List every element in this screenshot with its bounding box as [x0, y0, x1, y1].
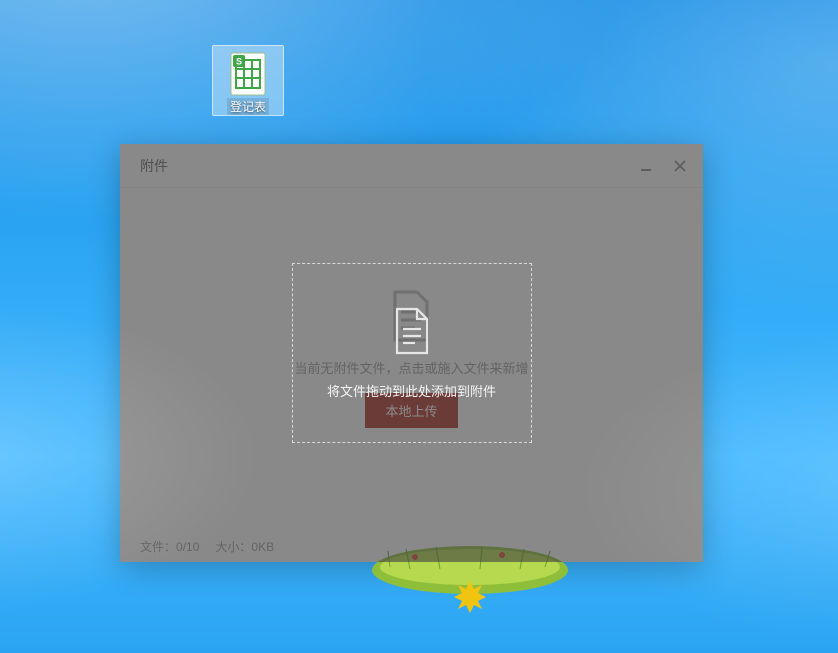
spreadsheet-file-icon: S — [230, 52, 266, 96]
drop-hint-text: 将文件拖动到此处添加到附件 — [317, 381, 506, 400]
desktop-file-label: 登记表 — [227, 98, 269, 115]
desktop-file-icon[interactable]: S 登记表 — [212, 45, 284, 116]
desktop-background: S 登记表 附件 — [0, 0, 838, 653]
document-outline-icon — [392, 307, 432, 355]
drag-overlay[interactable]: 将文件拖动到此处添加到附件 — [120, 144, 703, 562]
drop-zone[interactable]: 将文件拖动到此处添加到附件 — [292, 263, 532, 443]
svg-text:S: S — [236, 57, 242, 67]
